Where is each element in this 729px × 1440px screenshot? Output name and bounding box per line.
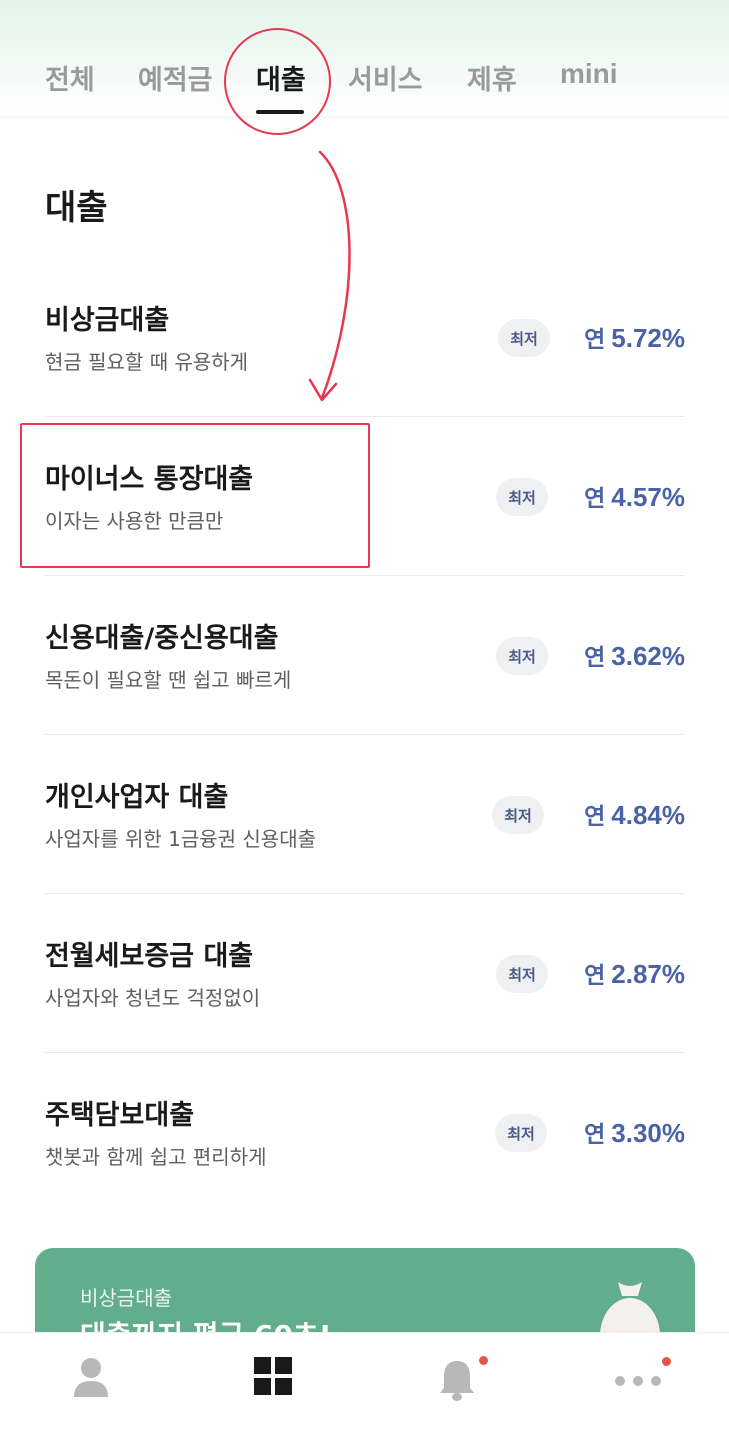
lowest-badge: 최저 bbox=[495, 1114, 547, 1152]
lowest-badge: 최저 bbox=[496, 955, 548, 993]
bottom-navigation bbox=[0, 1332, 729, 1440]
rate-value: 3.30% bbox=[611, 1118, 685, 1148]
loan-item-deposit[interactable]: 전월세보증금 대출 사업자와 청년도 걱정없이 최저 연 2.87% bbox=[45, 934, 685, 1092]
loan-rate: 연 2.87% bbox=[584, 956, 685, 990]
nav-home[interactable] bbox=[254, 1357, 292, 1399]
lowest-badge: 최저 bbox=[498, 319, 550, 357]
tab-savings[interactable]: 예적금 bbox=[138, 58, 213, 97]
loan-item-mortgage[interactable]: 주택담보대출 챗봇과 함께 쉽고 편리하게 최저 연 3.30% bbox=[45, 1093, 685, 1251]
loan-name: 마이너스 통장대출 bbox=[45, 464, 254, 495]
divider bbox=[45, 734, 685, 735]
tab-mini[interactable]: mini bbox=[560, 58, 618, 90]
nav-notifications[interactable] bbox=[437, 1356, 488, 1407]
lowest-badge: 최저 bbox=[496, 478, 548, 516]
divider bbox=[45, 575, 685, 576]
loan-rate: 연 5.72% bbox=[584, 320, 685, 354]
loan-name: 주택담보대출 bbox=[45, 1100, 195, 1131]
loan-item-credit[interactable]: 신용대출/중신용대출 목돈이 필요할 땐 쉽고 빠르게 최저 연 3.62% bbox=[45, 616, 685, 774]
loan-description: 사업자와 청년도 걱정없이 bbox=[45, 986, 261, 1010]
category-tab-bar: 전체 예적금 대출 서비스 제휴 mini bbox=[0, 0, 729, 116]
loan-rate: 연 3.62% bbox=[584, 638, 685, 672]
more-icon bbox=[615, 1376, 661, 1386]
rate-value: 4.57% bbox=[611, 482, 685, 512]
loan-name: 신용대출/중신용대출 bbox=[45, 623, 279, 654]
page-title: 대출 bbox=[45, 188, 108, 228]
loan-name: 비상금대출 bbox=[45, 305, 170, 336]
lowest-badge: 최저 bbox=[496, 637, 548, 675]
rate-prefix: 연 bbox=[584, 1122, 606, 1148]
loan-description: 목돈이 필요할 땐 쉽고 빠르게 bbox=[45, 668, 292, 692]
divider bbox=[45, 416, 685, 417]
rate-prefix: 연 bbox=[584, 804, 606, 830]
notification-dot bbox=[662, 1357, 671, 1366]
loan-item-business[interactable]: 개인사업자 대출 사업자를 위한 1금융권 신용대출 최저 연 4.84% bbox=[45, 775, 685, 933]
notification-dot bbox=[479, 1356, 488, 1365]
loan-description: 현금 필요할 때 유용하게 bbox=[45, 350, 249, 374]
loan-rate: 연 4.84% bbox=[584, 797, 685, 831]
divider bbox=[45, 1052, 685, 1053]
person-icon bbox=[74, 1358, 108, 1397]
rate-value: 3.62% bbox=[611, 641, 685, 671]
rate-value: 4.84% bbox=[611, 800, 685, 830]
loan-rate: 연 3.30% bbox=[584, 1115, 685, 1149]
tab-services[interactable]: 서비스 bbox=[348, 58, 423, 97]
tab-all[interactable]: 전체 bbox=[45, 58, 95, 97]
lowest-badge: 최저 bbox=[492, 796, 544, 834]
banner-subtitle: 비상금대출 bbox=[80, 1286, 172, 1310]
annotation-circle bbox=[224, 28, 331, 135]
rate-prefix: 연 bbox=[584, 327, 606, 353]
loan-rate: 연 4.57% bbox=[584, 479, 685, 513]
rate-prefix: 연 bbox=[584, 486, 606, 512]
rate-value: 2.87% bbox=[611, 959, 685, 989]
bell-icon bbox=[440, 1361, 474, 1401]
rate-prefix: 연 bbox=[584, 963, 606, 989]
loan-name: 개인사업자 대출 bbox=[45, 782, 229, 813]
loan-name: 전월세보증금 대출 bbox=[45, 941, 254, 972]
rate-value: 5.72% bbox=[611, 323, 685, 353]
divider bbox=[45, 893, 685, 894]
loan-description: 사업자를 위한 1금융권 신용대출 bbox=[45, 827, 316, 851]
loan-item-overdraft[interactable]: 마이너스 통장대출 이자는 사용한 만큼만 최저 연 4.57% bbox=[45, 457, 685, 615]
loan-description: 챗봇과 함께 쉽고 편리하게 bbox=[45, 1145, 267, 1169]
tab-partners[interactable]: 제휴 bbox=[467, 58, 517, 97]
nav-profile[interactable] bbox=[73, 1357, 109, 1403]
nav-more[interactable] bbox=[614, 1357, 671, 1392]
loan-description: 이자는 사용한 만큼만 bbox=[45, 509, 224, 533]
loan-item-emergency[interactable]: 비상금대출 현금 필요할 때 유용하게 최저 연 5.72% bbox=[45, 298, 685, 456]
rate-prefix: 연 bbox=[584, 645, 606, 671]
grid-icon bbox=[254, 1357, 292, 1395]
